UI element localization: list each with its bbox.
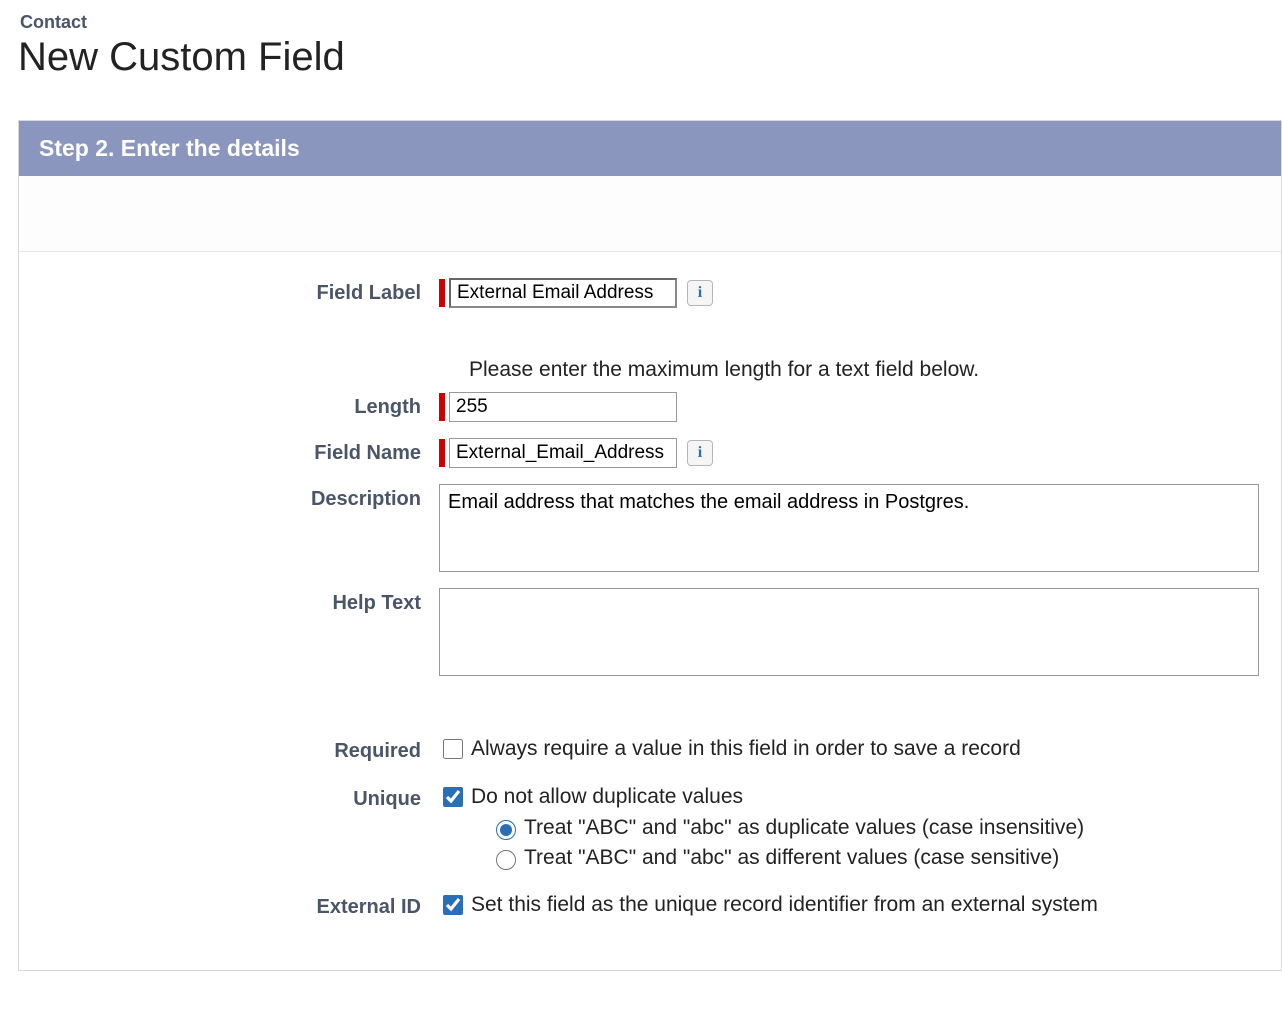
description-label: Description	[19, 484, 439, 511]
form: Field Label i Please enter the maximum l…	[19, 252, 1281, 970]
length-label: Length	[19, 392, 439, 419]
field-label-input[interactable]	[449, 278, 677, 308]
details-panel: Step 2. Enter the details Field Label i …	[18, 120, 1282, 971]
case-insensitive-radio[interactable]	[496, 820, 516, 840]
description-textarea[interactable]	[439, 484, 1259, 572]
required-indicator	[439, 279, 445, 307]
page-title: New Custom Field	[18, 35, 1282, 80]
unique-text: Do not allow duplicate values	[471, 785, 743, 809]
field-label-label: Field Label	[19, 278, 439, 305]
length-instruction: Please enter the maximum length for a te…	[469, 358, 1281, 382]
external-id-label: External ID	[19, 892, 439, 919]
breadcrumb-object: Contact	[20, 12, 1282, 33]
info-icon[interactable]: i	[687, 280, 713, 306]
case-sensitive-radio[interactable]	[496, 850, 516, 870]
field-name-label: Field Name	[19, 438, 439, 465]
required-checkbox[interactable]	[443, 739, 463, 759]
info-icon[interactable]: i	[687, 440, 713, 466]
required-text: Always require a value in this field in …	[471, 737, 1021, 761]
external-id-checkbox[interactable]	[443, 895, 463, 915]
help-text-textarea[interactable]	[439, 588, 1259, 676]
unique-checkbox[interactable]	[443, 787, 463, 807]
length-input[interactable]	[449, 392, 677, 422]
required-indicator	[439, 439, 445, 467]
unique-label: Unique	[19, 784, 439, 811]
help-text-label: Help Text	[19, 588, 439, 615]
panel-spacer	[19, 176, 1281, 252]
case-insensitive-text: Treat "ABC" and "abc" as duplicate value…	[524, 816, 1084, 840]
panel-step-title: Step 2. Enter the details	[19, 121, 1281, 176]
case-sensitive-text: Treat "ABC" and "abc" as different value…	[524, 846, 1059, 870]
external-id-text: Set this field as the unique record iden…	[471, 893, 1098, 917]
required-label: Required	[19, 736, 439, 763]
required-indicator	[439, 393, 445, 421]
field-name-input[interactable]	[449, 438, 677, 468]
